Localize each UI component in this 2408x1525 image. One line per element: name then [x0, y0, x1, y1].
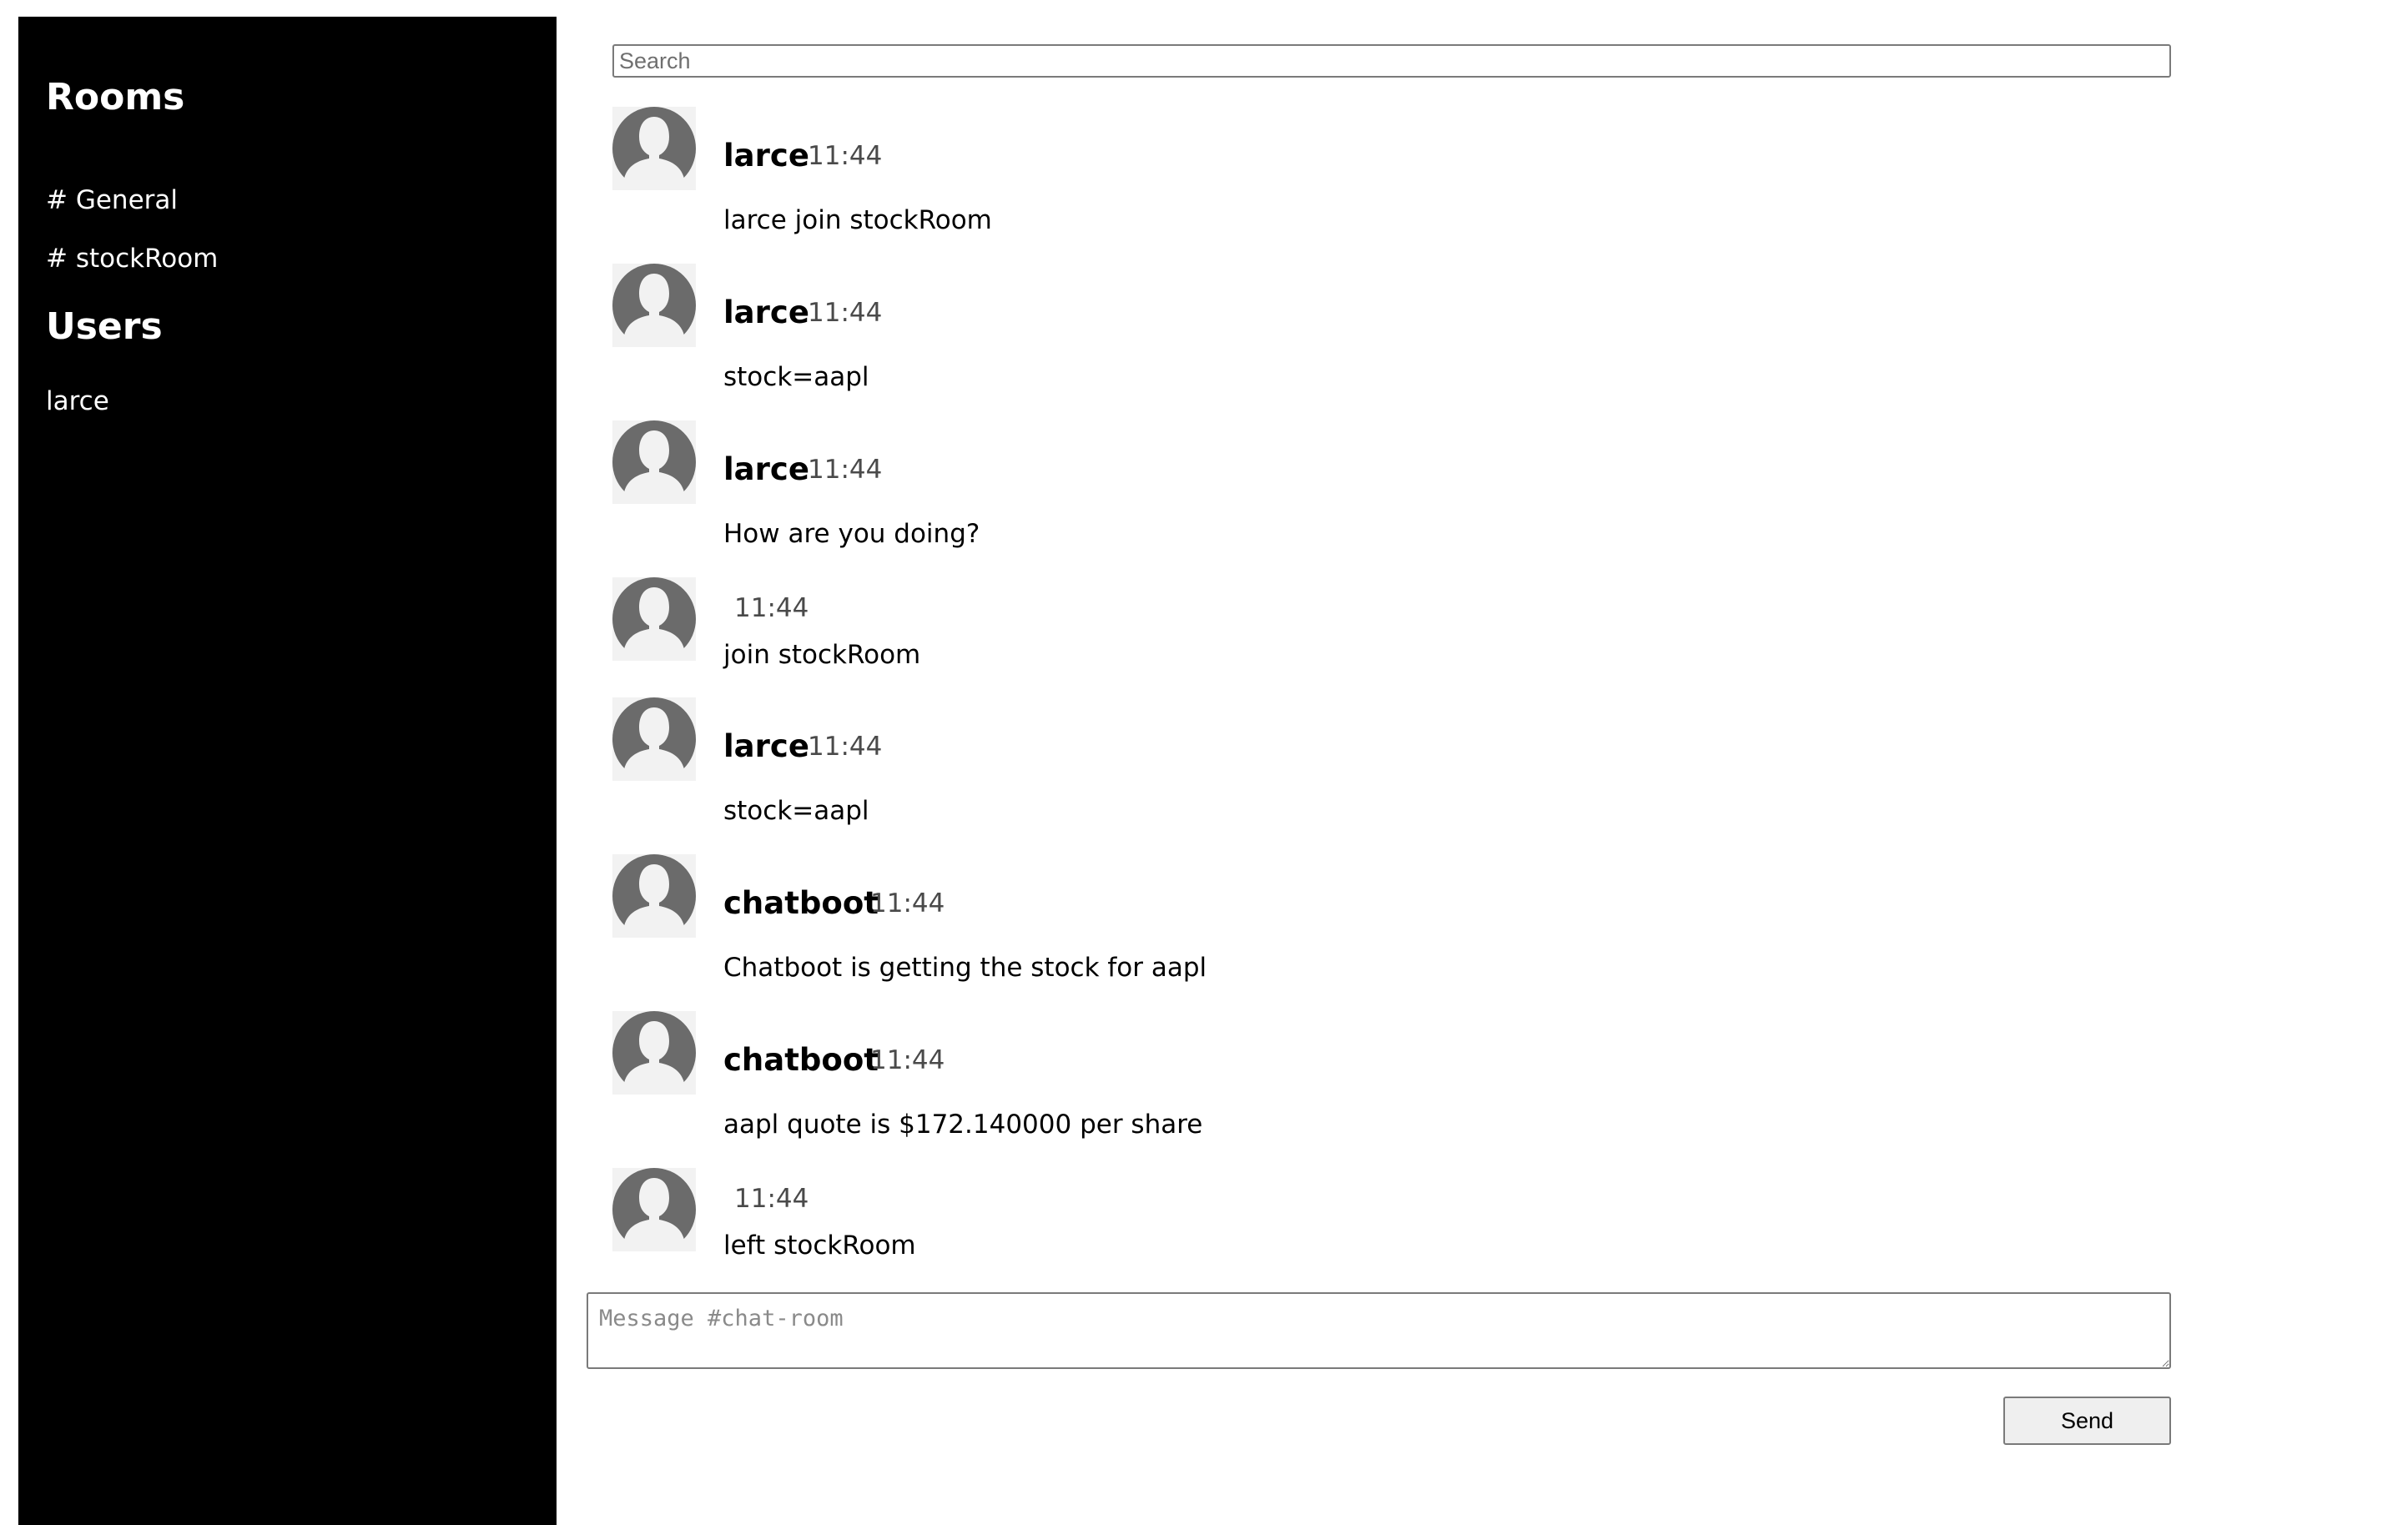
message-author: larce [723, 138, 809, 174]
search-input[interactable] [612, 44, 2171, 78]
user-avatar-icon [612, 1011, 696, 1095]
message-text: stock=aapl [723, 796, 869, 826]
message-author: chatboot [723, 885, 879, 921]
message-author: larce [723, 294, 809, 330]
message-text: stock=aapl [723, 362, 869, 392]
message-timestamp: 11:44 [808, 298, 883, 328]
sidebar-room-general[interactable]: # General [46, 188, 178, 214]
sidebar-user-larce[interactable]: larce [46, 389, 109, 415]
user-avatar-icon [612, 697, 696, 781]
user-avatar-icon [612, 264, 696, 347]
message-author: larce [723, 728, 809, 764]
send-button[interactable]: Send [2003, 1397, 2171, 1445]
user-avatar-icon [612, 577, 696, 661]
message-timestamp: 11:44 [734, 593, 809, 623]
message-timestamp: 11:44 [808, 732, 883, 762]
message-input[interactable] [587, 1292, 2171, 1369]
message-text: left stockRoom [723, 1231, 916, 1261]
message-timestamp: 11:44 [870, 888, 945, 919]
user-avatar-icon [612, 1168, 696, 1251]
user-avatar-icon [612, 107, 696, 190]
message-text: aapl quote is $172.140000 per share [723, 1110, 1203, 1140]
message-timestamp: 11:44 [808, 455, 883, 485]
message-text: join stockRoom [723, 640, 921, 670]
message-timestamp: 11:44 [808, 141, 883, 171]
sidebar-room-stockroom[interactable]: # stockRoom [46, 246, 218, 272]
user-avatar-icon [612, 854, 696, 938]
message-author: larce [723, 451, 809, 487]
users-heading: Users [46, 305, 163, 348]
message-author: chatboot [723, 1042, 879, 1078]
message-timestamp: 11:44 [870, 1045, 945, 1075]
user-avatar-icon [612, 420, 696, 504]
rooms-heading: Rooms [46, 76, 185, 118]
message-timestamp: 11:44 [734, 1184, 809, 1214]
sidebar: Rooms # General # stockRoom Users larce [18, 17, 557, 1525]
message-text: How are you doing? [723, 519, 980, 549]
message-text: Chatboot is getting the stock for aapl [723, 953, 1207, 983]
message-text: larce join stockRoom [723, 205, 992, 235]
